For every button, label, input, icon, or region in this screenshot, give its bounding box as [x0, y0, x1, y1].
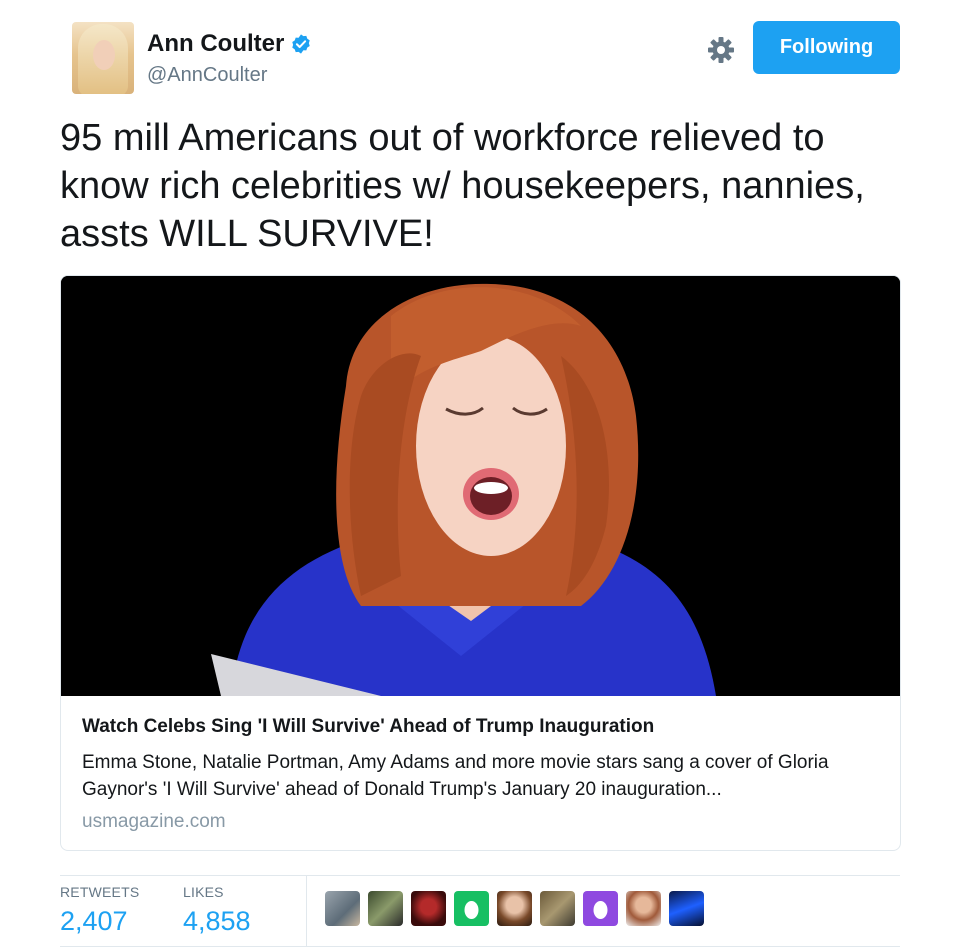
- retweets-stat[interactable]: RETWEETS 2,407: [60, 884, 139, 937]
- likes-label: LIKES: [183, 884, 224, 900]
- stats-divider-top: [60, 875, 900, 876]
- card-image[interactable]: [61, 276, 900, 696]
- liker-avatar[interactable]: [497, 891, 532, 926]
- default-egg-icon: [593, 901, 608, 919]
- liker-avatar[interactable]: [583, 891, 618, 926]
- liker-avatar[interactable]: [325, 891, 360, 926]
- liker-avatar[interactable]: [411, 891, 446, 926]
- liker-avatar[interactable]: [368, 891, 403, 926]
- stats-divider-bottom: [60, 946, 900, 947]
- card-domain[interactable]: usmagazine.com: [82, 811, 226, 833]
- user-name-row: Ann Coulter: [147, 30, 312, 58]
- tweet-text: 95 mill Americans out of workforce relie…: [60, 117, 865, 255]
- liker-avatar[interactable]: [454, 891, 489, 926]
- likes-count[interactable]: 4,858: [183, 906, 251, 937]
- gear-icon[interactable]: [706, 35, 736, 65]
- likes-stat[interactable]: LIKES 4,858: [183, 884, 251, 937]
- liker-avatar[interactable]: [540, 891, 575, 926]
- likers-avatars: [325, 891, 704, 926]
- retweets-label: RETWEETS: [60, 884, 140, 900]
- stats-vertical-divider: [306, 876, 307, 946]
- liker-avatar[interactable]: [626, 891, 661, 926]
- link-card[interactable]: Watch Celebs Sing 'I Will Survive' Ahead…: [60, 275, 901, 851]
- card-title[interactable]: Watch Celebs Sing 'I Will Survive' Ahead…: [82, 716, 654, 738]
- following-button[interactable]: Following: [753, 21, 900, 74]
- avatar[interactable]: [72, 22, 134, 94]
- liker-avatar[interactable]: [669, 891, 704, 926]
- retweets-count[interactable]: 2,407: [60, 906, 139, 937]
- avatar-face: [93, 40, 115, 70]
- user-handle[interactable]: @AnnCoulter: [147, 64, 267, 87]
- verified-badge-icon: [292, 34, 311, 54]
- default-egg-icon: [464, 901, 479, 919]
- user-name[interactable]: Ann Coulter: [147, 30, 284, 58]
- card-description: Emma Stone, Natalie Portman, Amy Adams a…: [82, 752, 829, 800]
